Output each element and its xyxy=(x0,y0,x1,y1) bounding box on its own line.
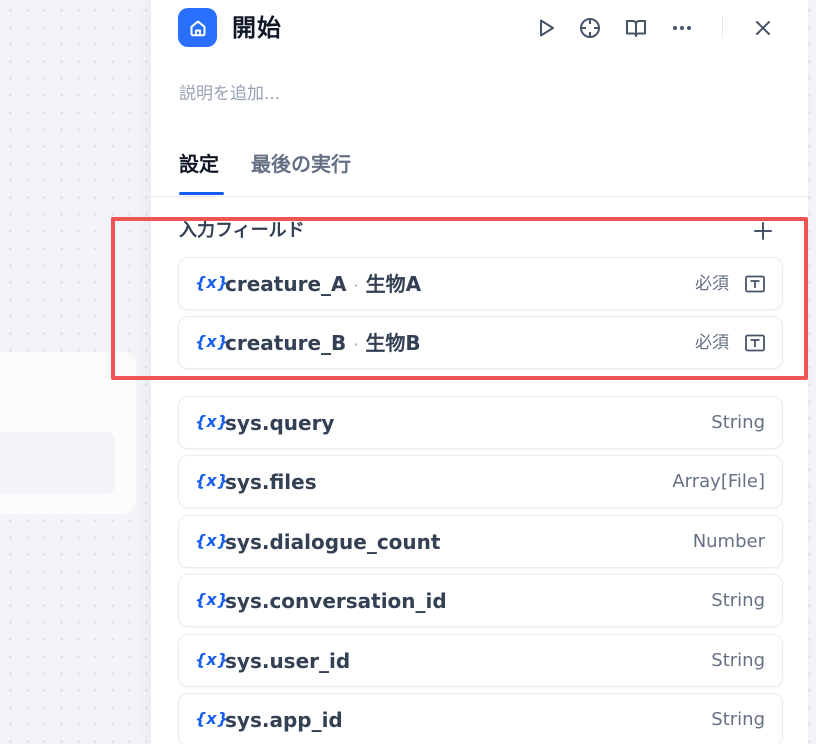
active-tab-indicator xyxy=(179,192,224,195)
canvas-node-inner xyxy=(0,432,115,494)
book-icon[interactable] xyxy=(622,14,650,42)
tab-last-run[interactable]: 最後の実行 xyxy=(251,150,351,178)
close-icon[interactable] xyxy=(749,14,777,42)
variable-icon: {x} xyxy=(195,412,229,431)
variable-type: String xyxy=(711,590,765,611)
variable-type: Array[File] xyxy=(672,471,765,492)
required-badge: 必須 xyxy=(695,333,729,353)
variable-type: Number xyxy=(692,531,765,552)
text-input-icon xyxy=(745,334,765,352)
variable-type: String xyxy=(711,650,765,671)
node-settings-panel: 開始 説明を追加... 設定 最後の実行 入力フィールド {x} creatur… xyxy=(150,0,809,744)
input-field-row[interactable]: {x} creature_B · 生物B 必須 xyxy=(178,316,783,369)
tab-settings[interactable]: 設定 xyxy=(179,150,219,178)
system-variable-row[interactable]: {x} sys.app_id String xyxy=(178,693,783,744)
required-badge: 必須 xyxy=(695,274,729,294)
variable-type: String xyxy=(711,412,765,433)
input-field-row[interactable]: {x} creature_A · 生物A 必須 xyxy=(178,257,783,310)
more-icon[interactable] xyxy=(668,14,696,42)
variable-icon: {x} xyxy=(195,471,229,490)
separator-dot: · xyxy=(353,276,359,295)
variable-name: sys.user_id xyxy=(225,649,351,673)
variable-icon: {x} xyxy=(195,709,229,728)
header-divider xyxy=(722,16,723,38)
system-variable-row[interactable]: {x} sys.query String xyxy=(178,396,783,449)
panel-header: 開始 xyxy=(151,0,809,60)
text-input-icon xyxy=(745,275,765,293)
panel-tabs: 設定 最後の実行 xyxy=(151,145,809,197)
system-variable-row[interactable]: {x} sys.files Array[File] xyxy=(178,455,783,508)
description-input[interactable]: 説明を追加... xyxy=(179,82,280,106)
variable-name: creature_B xyxy=(225,331,347,355)
variable-label: 生物A xyxy=(365,272,422,296)
variable-name: sys.conversation_id xyxy=(225,589,447,613)
input-fields-title: 入力フィールド xyxy=(179,220,305,241)
variable-name: creature_A xyxy=(225,272,347,296)
home-icon xyxy=(178,8,217,47)
variable-name: sys.app_id xyxy=(225,708,343,732)
separator-dot: · xyxy=(353,335,359,354)
variable-name: sys.dialogue_count xyxy=(225,530,441,554)
variable-icon: {x} xyxy=(195,531,229,550)
plus-icon xyxy=(754,222,772,240)
crosshair-icon[interactable] xyxy=(576,14,604,42)
variable-type: String xyxy=(711,709,765,730)
variable-icon: {x} xyxy=(195,650,229,669)
system-variable-row[interactable]: {x} sys.dialogue_count Number xyxy=(178,515,783,568)
system-variable-row[interactable]: {x} sys.user_id String xyxy=(178,634,783,687)
variable-name: sys.files xyxy=(225,470,317,494)
node-title[interactable]: 開始 xyxy=(232,12,282,44)
variable-name: sys.query xyxy=(225,411,335,435)
variable-icon: {x} xyxy=(195,590,229,609)
system-variable-row[interactable]: {x} sys.conversation_id String xyxy=(178,574,783,627)
play-icon[interactable] xyxy=(532,14,560,42)
variable-icon: {x} xyxy=(195,332,229,351)
add-input-field-button[interactable] xyxy=(750,218,776,244)
variable-icon: {x} xyxy=(195,273,229,292)
variable-label: 生物B xyxy=(365,331,421,355)
